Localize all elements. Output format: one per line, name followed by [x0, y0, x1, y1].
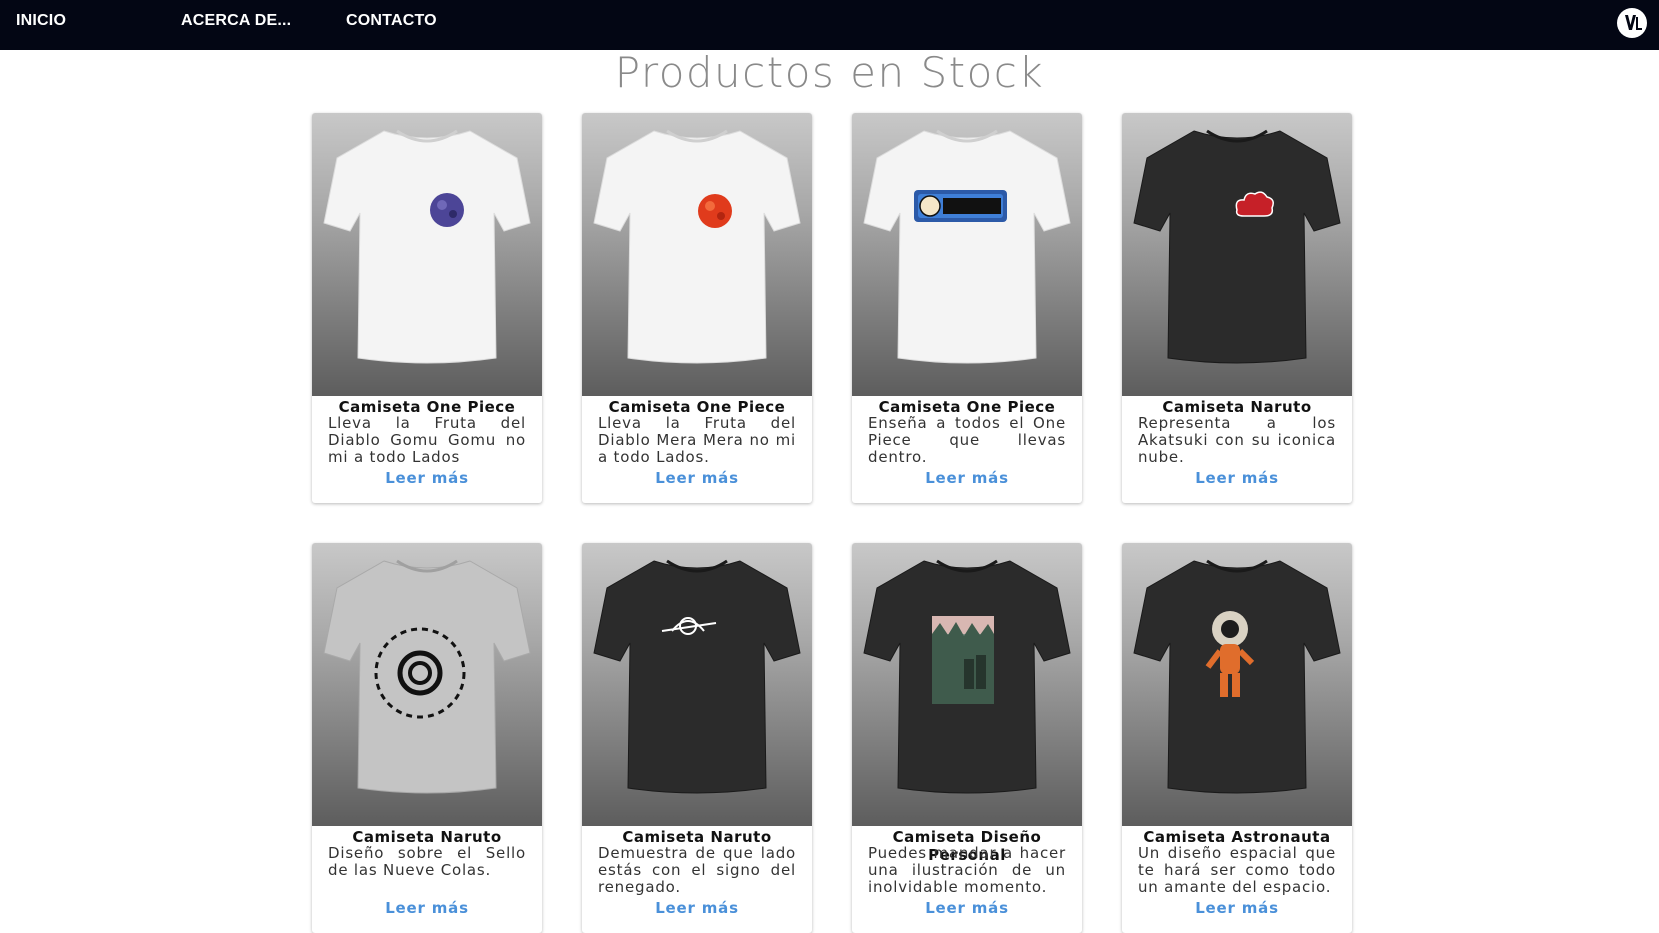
- product-description: Representa a los Akatsuki con su iconica…: [1138, 414, 1336, 466]
- nav-link-acerca[interactable]: ACERCA DE...: [181, 12, 291, 30]
- product-description: Diseño sobre el Sello de las Nueve Colas…: [328, 844, 526, 879]
- nav-link-contacto[interactable]: CONTACTO: [346, 12, 437, 30]
- product-image: [1122, 113, 1352, 396]
- product-image: [582, 543, 812, 826]
- read-more-link[interactable]: Leer más: [1122, 469, 1352, 487]
- product-image: [582, 113, 812, 396]
- product-image: [852, 113, 1082, 396]
- read-more-link[interactable]: Leer más: [582, 469, 812, 487]
- product-description: Puedes mandar a hacer una ilustración de…: [868, 844, 1066, 896]
- read-more-link[interactable]: Leer más: [312, 899, 542, 917]
- read-more-link[interactable]: Leer más: [1122, 899, 1352, 917]
- product-card[interactable]: Camiseta Naruto Representa a los Akatsuk…: [1122, 113, 1352, 503]
- product-card[interactable]: Camiseta Diseño Personal Puedes mandar a…: [852, 543, 1082, 933]
- read-more-link[interactable]: Leer más: [312, 469, 542, 487]
- brand-logo-icon[interactable]: [1617, 8, 1647, 38]
- product-card[interactable]: Camiseta Naruto Demuestra de que lado es…: [582, 543, 812, 933]
- product-card[interactable]: Camiseta One Piece Lleva la Fruta del Di…: [312, 113, 542, 503]
- page-title: Productos en Stock: [614, 48, 1045, 97]
- read-more-link[interactable]: Leer más: [582, 899, 812, 917]
- product-image: [312, 543, 542, 826]
- product-card[interactable]: Camiseta One Piece Enseña a todos el One…: [852, 113, 1082, 503]
- product-card[interactable]: Camiseta Astronauta Un diseño espacial q…: [1122, 543, 1352, 933]
- top-navbar: INICIO ACERCA DE... CONTACTO: [0, 0, 1659, 50]
- product-card[interactable]: Camiseta Naruto Diseño sobre el Sello de…: [312, 543, 542, 933]
- product-image: [1122, 543, 1352, 826]
- product-description: Lleva la Fruta del Diablo Gomu Gomu no m…: [328, 414, 526, 466]
- product-card[interactable]: Camiseta One Piece Lleva la Fruta del Di…: [582, 113, 812, 503]
- product-description: Demuestra de que lado estás con el signo…: [598, 844, 796, 896]
- nav-link-inicio[interactable]: INICIO: [16, 12, 66, 30]
- product-description: Lleva la Fruta del Diablo Mera Mera no m…: [598, 414, 796, 466]
- product-description: Un diseño espacial que te hará ser como …: [1138, 844, 1336, 896]
- read-more-link[interactable]: Leer más: [852, 899, 1082, 917]
- product-image: [312, 113, 542, 396]
- read-more-link[interactable]: Leer más: [852, 469, 1082, 487]
- product-description: Enseña a todos el One Piece que llevas d…: [868, 414, 1066, 466]
- product-image: [852, 543, 1082, 826]
